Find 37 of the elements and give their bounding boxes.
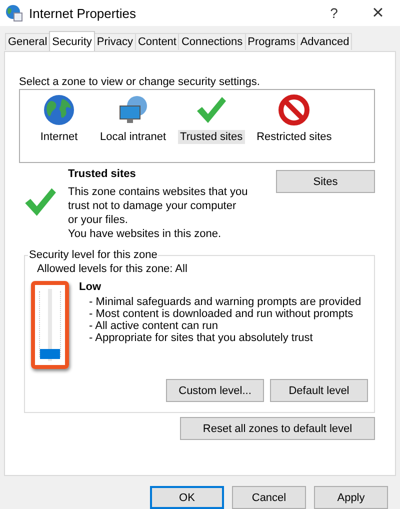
level-description: - All active content can run [88,320,220,332]
globe-icon [5,4,23,22]
level-description: - Most content is downloaded and run without prompts [88,308,354,320]
dialog-button[interactable]: Apply [314,486,388,509]
allowed-levels-label: Allowed levels for this zone: All [37,263,188,275]
checkmark-icon [23,185,57,219]
slider-thumb[interactable] [40,349,60,359]
dialog-button[interactable]: OK [150,486,224,509]
zone-note: You have websites in this zone. [68,227,222,241]
security-slider[interactable] [31,281,69,369]
tab[interactable]: Advanced [297,33,352,50]
tab[interactable]: Programs [244,33,298,50]
zone-item[interactable]: Trusted sites [178,130,245,144]
level-description: - Minimal safeguards and warning prompts are provided [88,296,362,308]
level-button[interactable]: Custom level... [166,379,264,402]
zone-item[interactable]: Local intranet [98,130,168,144]
window-title: Internet Properties [29,6,137,20]
tab[interactable]: Security [49,31,95,51]
computer-globe-icon [117,94,150,126]
zone-item[interactable]: Restricted sites [254,130,334,144]
help-button[interactable]: ? [312,0,356,26]
sites-button[interactable]: Sites [276,170,375,193]
tab[interactable]: Privacy [94,33,136,50]
prohibited-icon [278,94,310,126]
zone-description: This zone contains websites that you trust not to damage your computer or your files. [68,185,248,227]
level-name: Low [79,281,102,293]
zone-prompt: Select a zone to view or change security settings. [19,76,261,88]
dialog-button[interactable]: Cancel [232,486,306,509]
close-button[interactable]: × [356,0,400,26]
group-legend: Security level for this zone [28,249,158,261]
zone-title: Trusted sites [68,167,137,181]
zone-item[interactable]: Internet [38,130,80,144]
level-button[interactable]: Default level [270,379,368,402]
tab[interactable]: General [5,33,50,50]
reset-button[interactable]: Reset all zones to default level [180,417,375,440]
globe-icon [43,94,75,126]
level-description: - Appropriate for sites that you absolutely trust [88,332,314,344]
